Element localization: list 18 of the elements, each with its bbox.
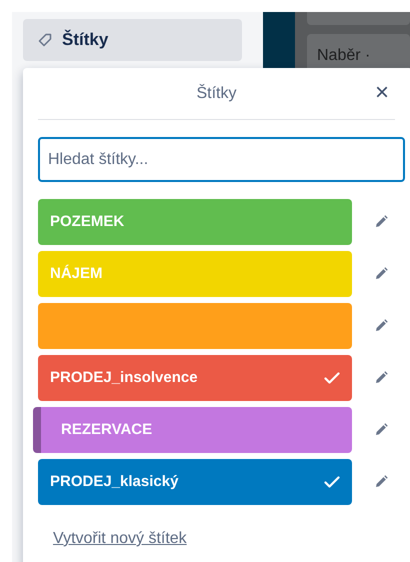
label-chip[interactable]: PRODEJ_insolvence — [38, 355, 352, 401]
edit-icon[interactable] — [374, 475, 388, 489]
label-chip[interactable]: PRODEJ_klasický — [38, 459, 352, 505]
sidebar-button[interactable]: Štítky — [23, 19, 242, 61]
edit-icon[interactable] — [374, 423, 388, 437]
popup-title: Štítky — [196, 83, 236, 104]
label-chip[interactable]: REZERVACE — [33, 407, 352, 453]
edit-icon[interactable] — [374, 267, 388, 281]
create-label-link[interactable]: Vytvořit nový štítek — [53, 527, 187, 551]
check-icon — [324, 372, 340, 384]
edit-icon[interactable] — [374, 319, 388, 333]
close-button[interactable]: × — [374, 80, 389, 106]
check-icon — [324, 476, 340, 488]
edit-icon[interactable] — [374, 215, 388, 229]
edit-icon[interactable] — [374, 371, 388, 385]
label-chip[interactable]: POZEMEK — [38, 199, 352, 245]
tag-icon — [38, 33, 52, 47]
search-field[interactable]: Hledat štítky... — [38, 137, 405, 182]
